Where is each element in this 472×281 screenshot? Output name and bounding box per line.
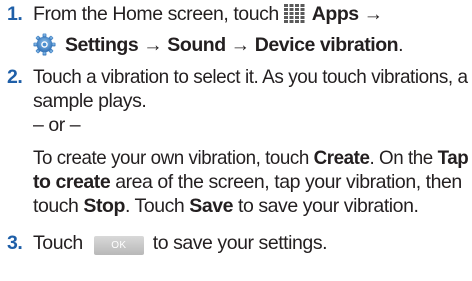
step-number: 2. [7,66,23,88]
instruction-document: 1. From the Home screen, touch Apps → Se… [0,0,472,281]
alt-text: area of the screen, tap your vibration, … [110,171,462,193]
alt-text: touch [33,195,79,217]
arrow: → [363,3,384,25]
settings-label: Settings [64,34,139,56]
ok-button[interactable]: OK [93,236,144,255]
or-divider: – or – [33,114,81,136]
device-vibration-label: Device vibration [254,34,399,56]
step-1-text: From the Home screen, touch [33,3,279,25]
step-3-text-rest: to save your settings. [152,232,328,254]
sound-label: Sound [167,34,226,56]
step-2-text-cont: sample plays. [33,90,147,112]
alt-text: To create your own vibration, touch [33,147,309,169]
alt-text: . Touch [124,195,185,217]
alt-text: . On the [369,147,433,169]
apps-grid-icon [283,4,305,23]
step-3-text: Touch [33,232,83,254]
step-number: 3. [7,232,23,254]
tap-label: Tap [437,147,469,169]
apps-label: Apps [311,3,359,25]
save-label: Save [189,195,234,217]
period: . [398,34,404,56]
to-create-label: to create [33,171,111,193]
stop-label: Stop [83,195,125,217]
arrow: → [143,34,163,56]
arrow: → [230,34,251,56]
step-2-text: Touch a vibration to select it. As you t… [33,66,468,88]
settings-gear-icon [33,33,56,56]
alt-text: to save your vibration. [233,195,419,217]
step-number: 1. [7,3,23,25]
create-label: Create [313,147,370,169]
